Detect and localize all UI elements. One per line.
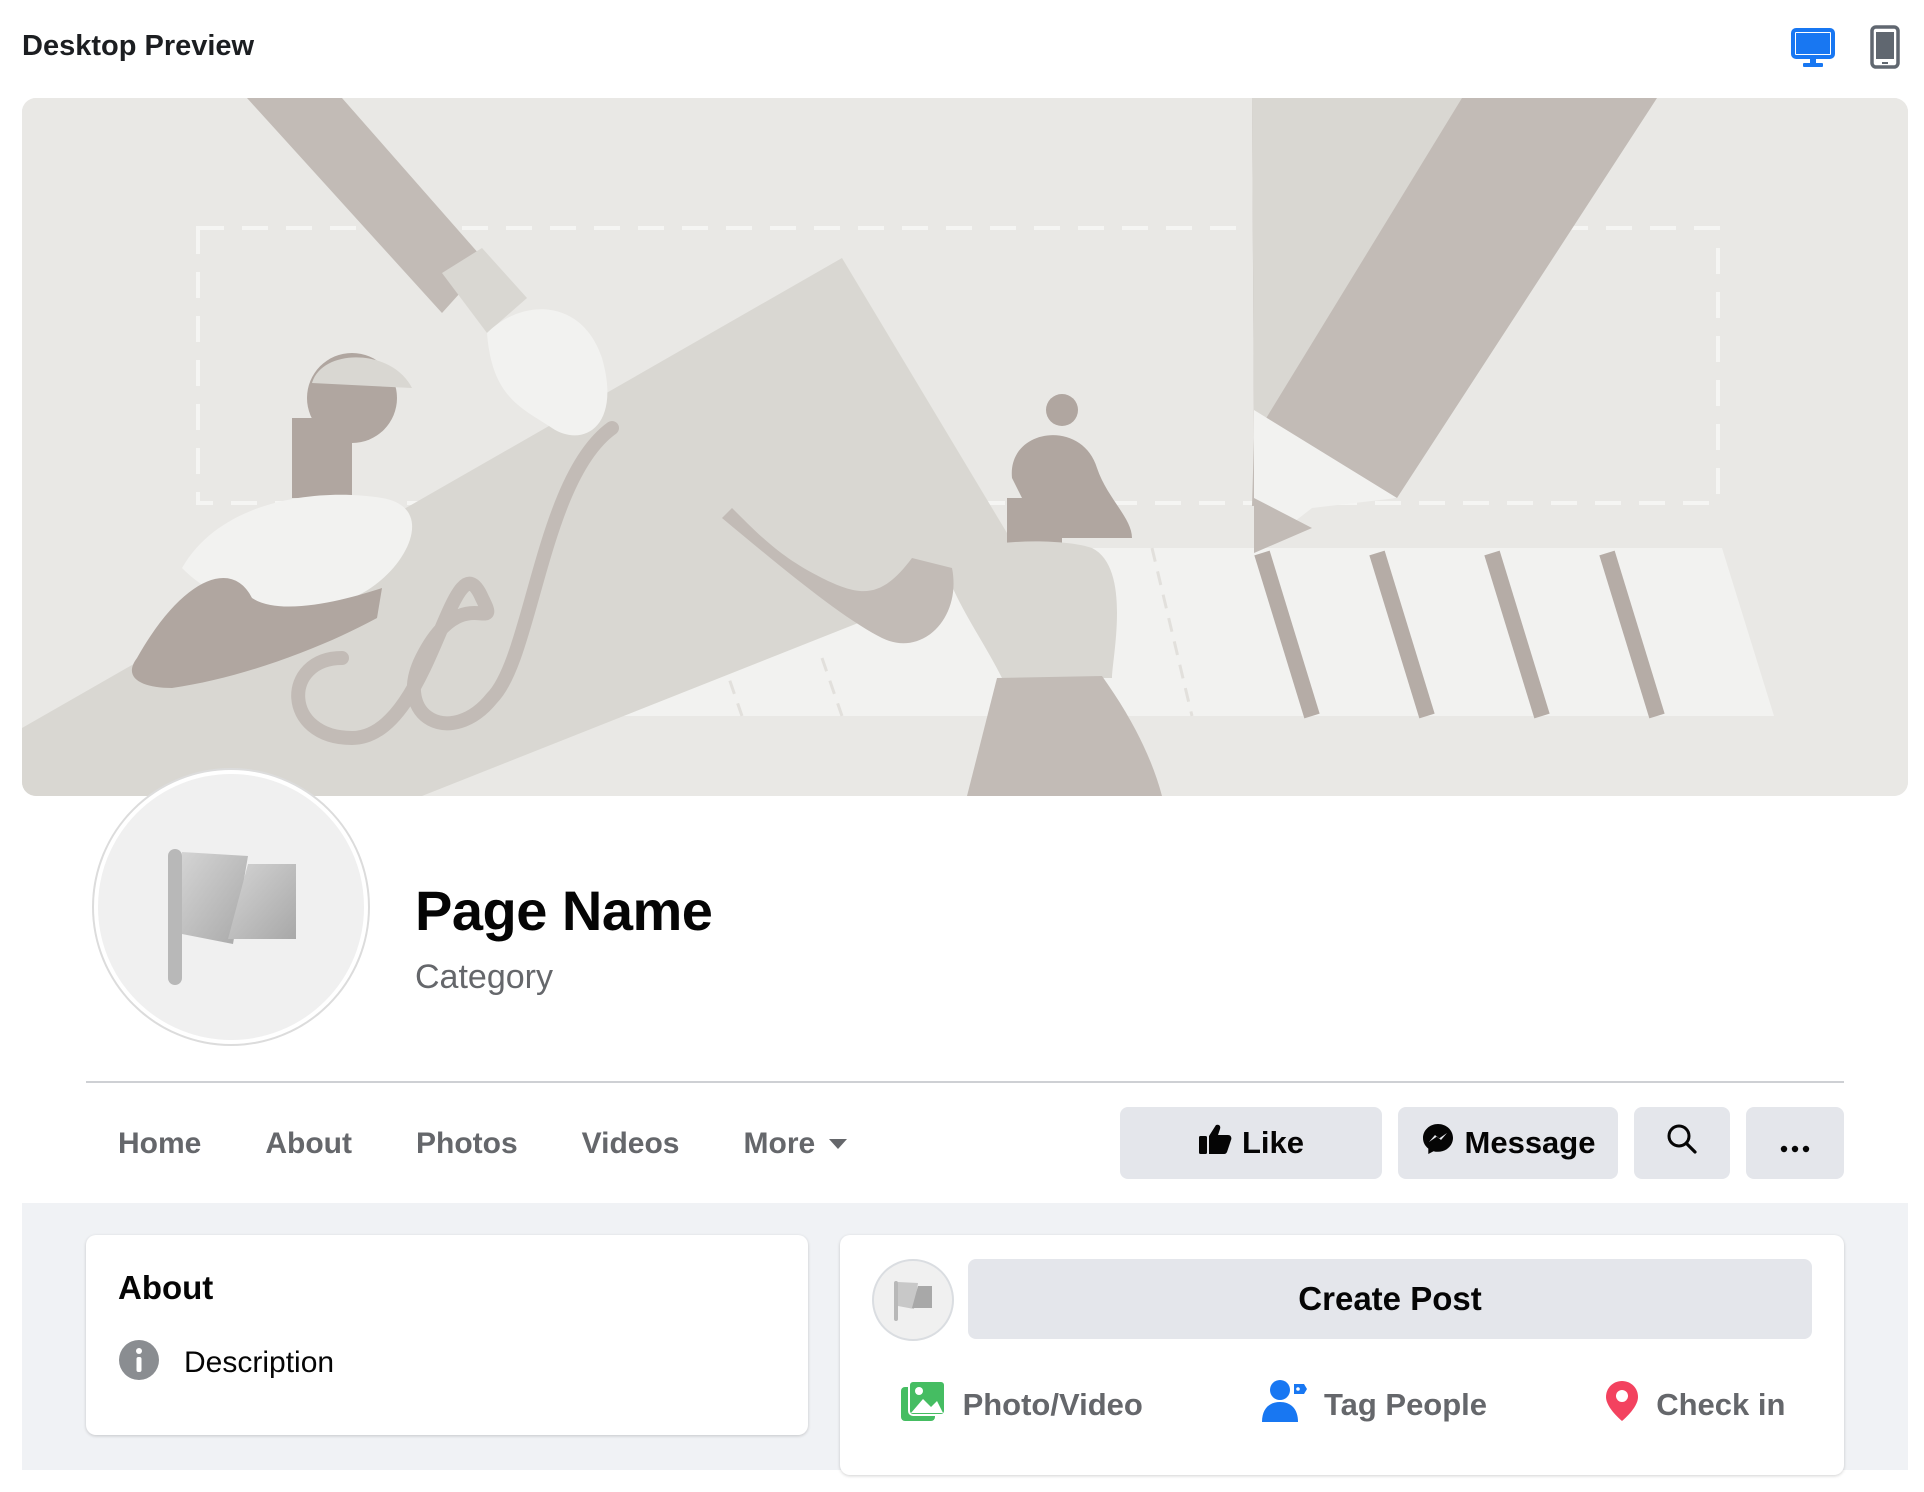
thumbs-up-icon [1198,1123,1232,1163]
photo-video-button[interactable]: Photo/Video [899,1379,1143,1431]
tab-more[interactable]: More [704,1108,872,1180]
message-button[interactable]: Message [1398,1107,1618,1179]
tab-photos[interactable]: Photos [376,1108,542,1180]
tag-people-button[interactable]: Tag People [1260,1378,1487,1432]
profile-picture[interactable] [94,770,368,1044]
page-category: Category [415,958,553,996]
create-post-button[interactable]: Create Post [968,1259,1812,1339]
composer-actions: Photo/Video Tag People Check in [840,1375,1844,1435]
info-icon [118,1339,160,1386]
page-title: Desktop Preview [22,30,255,62]
create-post-card: Create Post Photo/Video Tag People Check… [840,1235,1844,1475]
like-button[interactable]: Like [1120,1107,1382,1179]
ellipsis-icon [1780,1125,1810,1161]
cover-photo [22,98,1908,796]
about-card: About Description [86,1235,808,1435]
composer-avatar [872,1259,954,1341]
page-tabs: Home About Photos Videos More [94,1108,871,1180]
tag-people-icon [1260,1378,1308,1432]
tab-home[interactable]: Home [94,1108,225,1180]
about-description: Description [184,1345,335,1379]
section-divider [86,1081,1844,1083]
check-in-button[interactable]: Check in [1604,1379,1785,1431]
caret-down-icon [829,1139,848,1149]
messenger-icon [1421,1122,1455,1164]
page-name: Page Name [415,879,713,942]
flag-icon [168,849,296,985]
desktop-monitor-icon[interactable] [1791,28,1835,68]
location-pin-icon [1604,1379,1640,1431]
more-options-button[interactable] [1746,1107,1844,1179]
tab-about[interactable]: About [225,1108,376,1180]
flag-icon [894,1281,932,1321]
tab-videos[interactable]: Videos [542,1108,704,1180]
about-title: About [118,1269,214,1306]
about-description-row: Description [118,1339,334,1386]
search-button[interactable] [1634,1107,1730,1179]
photo-icon [899,1379,947,1431]
search-icon [1666,1123,1698,1163]
mobile-phone-icon[interactable] [1870,25,1900,69]
